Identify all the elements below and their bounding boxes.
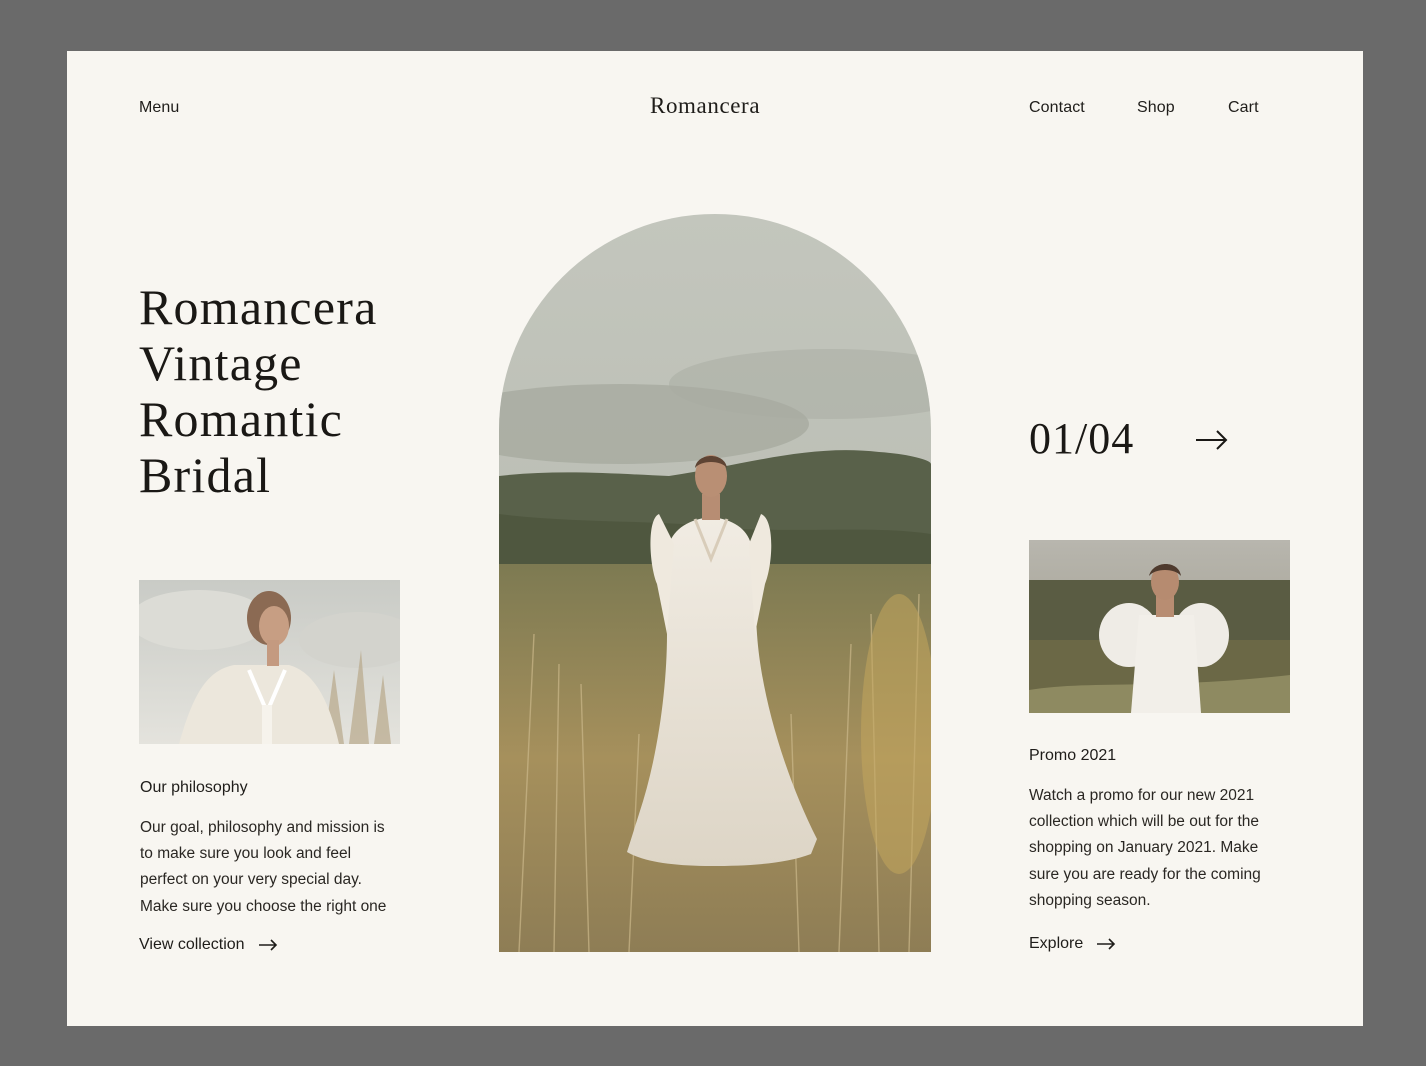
hero-arch-photo — [499, 214, 931, 952]
philosophy-photo — [139, 580, 400, 744]
hero-title-line: Bridal — [139, 447, 272, 503]
philosophy-line: Make sure you choose the right one — [140, 897, 387, 915]
promo-heading: Promo 2021 — [1029, 747, 1117, 764]
explore-link[interactable]: Explore — [1029, 935, 1116, 953]
hero-title: Romancera Vintage Romantic Bridal — [139, 279, 377, 503]
philosophy-line: Our goal, philosophy and mission is — [140, 819, 385, 836]
philosophy-line: to make sure you look and feel — [140, 845, 352, 863]
explore-label: Explore — [1029, 935, 1084, 952]
philosophy-heading: Our philosophy — [140, 779, 248, 796]
slide-counter: 01/04 — [1029, 414, 1135, 463]
site-logo[interactable]: Romancera — [650, 93, 760, 119]
arrow-right-icon — [1195, 429, 1229, 451]
philosophy-line: perfect on your very special day. — [140, 871, 362, 889]
nav-cart[interactable]: Cart — [1228, 99, 1259, 117]
hero-title-line: Vintage — [139, 335, 303, 391]
philosophy-text: Our goal, philosophy and mission is to m… — [140, 815, 420, 920]
promo-line: collection which will be out for the — [1029, 813, 1260, 831]
promo-line: sure you are ready for the coming — [1029, 865, 1261, 883]
promo-photo — [1029, 540, 1290, 713]
view-collection-link[interactable]: View collection — [139, 936, 278, 954]
nav-contact[interactable]: Contact — [1029, 99, 1085, 117]
menu-button[interactable]: Menu — [139, 99, 179, 117]
hero-title-line: Romantic — [139, 391, 344, 447]
promo-text: Watch a promo for our new 2021 collectio… — [1029, 783, 1319, 914]
arrow-right-icon — [1096, 938, 1116, 950]
landing-page: Menu Romancera Contact Shop Cart Romance… — [67, 51, 1363, 1026]
next-slide-button[interactable] — [1195, 429, 1229, 451]
promo-line: shopping season. — [1029, 891, 1151, 909]
promo-line: shopping on January 2021. Make — [1029, 839, 1259, 857]
nav-shop[interactable]: Shop — [1137, 99, 1175, 117]
promo-line: Watch a promo for our new 2021 — [1029, 787, 1255, 804]
arrow-right-icon — [258, 939, 278, 951]
view-collection-label: View collection — [139, 936, 245, 953]
hero-title-line: Romancera — [139, 279, 378, 335]
